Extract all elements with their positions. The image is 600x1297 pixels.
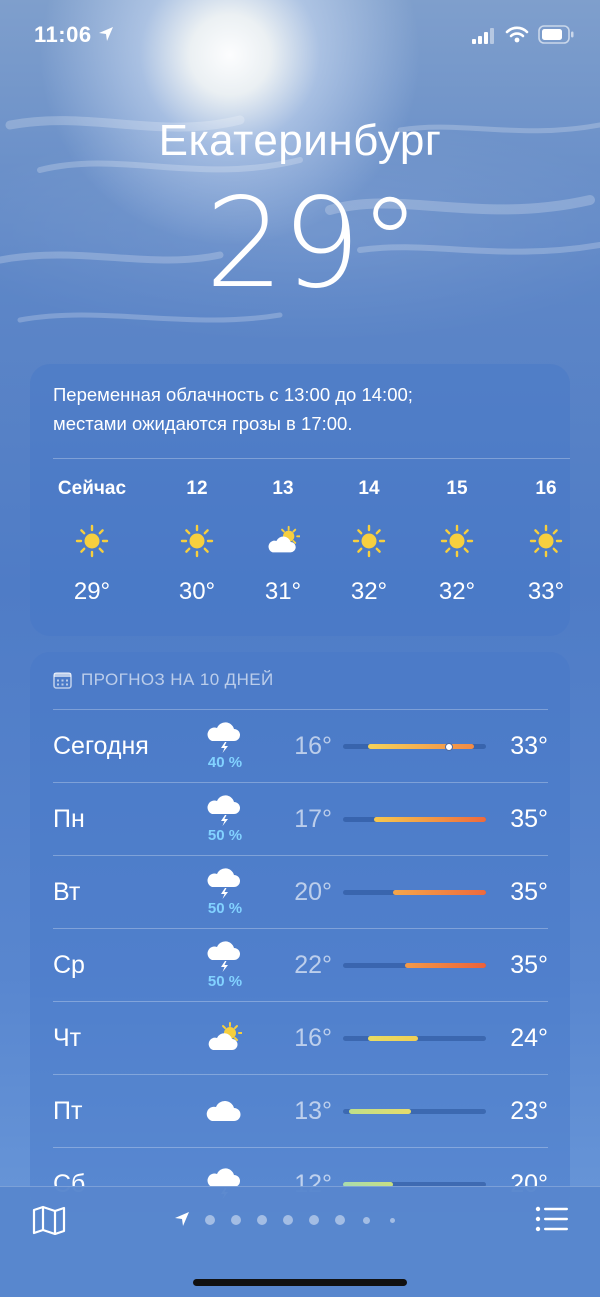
page-dot[interactable] <box>335 1215 345 1225</box>
day-name: Чт <box>53 1024 82 1052</box>
day-name: Пт <box>53 1097 83 1125</box>
hourly-item: 12 30° <box>147 478 247 618</box>
page-dot[interactable] <box>283 1215 293 1225</box>
sun-icon <box>529 524 563 558</box>
temperature-range-bar <box>343 742 486 751</box>
battery-icon <box>538 25 574 44</box>
weather-summary: Переменная облачность с 13:00 до 14:00; … <box>53 384 413 434</box>
list-icon[interactable] <box>535 1206 569 1232</box>
current-temperature: 29° <box>205 172 421 316</box>
temperature-range-bar <box>343 1036 486 1041</box>
day-max-temp: 33° <box>510 732 548 760</box>
hour-temperature: 31° <box>264 578 302 605</box>
precipitation-chance: 50 % <box>207 973 243 990</box>
day-max-temp: 23° <box>510 1097 548 1125</box>
day-row[interactable]: Сегодня 40 % 16° 33° <box>30 710 570 783</box>
divider <box>53 458 570 459</box>
city-name: Екатеринбург <box>158 116 442 165</box>
hour-temperature: 30° <box>178 578 216 605</box>
temperature-range-bar <box>343 817 486 822</box>
page-dot[interactable] <box>389 1217 395 1223</box>
hour-temperature: 29° <box>73 578 111 605</box>
day-min-temp: 16° <box>294 732 332 760</box>
hour-label: Сейчас <box>57 478 127 499</box>
hourly-forecast-card[interactable]: Переменная облачность с 13:00 до 14:00; … <box>30 364 570 636</box>
day-row[interactable]: Пн 50 % 17° 35° <box>30 783 570 856</box>
ten-day-forecast-card[interactable]: ПРОГНОЗ НА 10 ДНЕЙ Сегодня 40 % 16° 33° Пн 50… <box>30 652 570 1212</box>
status-time: 11:06 <box>34 22 92 47</box>
sun-icon <box>180 524 214 558</box>
day-max-temp: 35° <box>510 878 548 906</box>
day-row[interactable]: Пт 13° 23° <box>30 1075 570 1148</box>
cellular-signal-icon <box>472 28 494 44</box>
partly-cloudy-icon <box>266 524 301 558</box>
page-dot[interactable] <box>231 1215 241 1225</box>
day-row[interactable]: Вт 50 % 20° 35° <box>30 856 570 929</box>
page-dot[interactable] <box>309 1215 319 1225</box>
temperature-range-fill <box>374 817 486 822</box>
temperature-range-fill <box>349 1109 412 1114</box>
day-min-temp: 13° <box>294 1097 332 1125</box>
temperature-range-bar <box>343 890 486 895</box>
sun-icon <box>440 524 474 558</box>
hour-label: 12 <box>186 478 208 499</box>
day-name: Сегодня <box>53 732 149 760</box>
precipitation-chance: 50 % <box>207 900 243 917</box>
hourly-item: 13 31° <box>233 478 333 618</box>
precipitation-chance: 40 % <box>207 754 243 771</box>
day-name: Пн <box>53 805 85 833</box>
hour-label: 15 <box>446 478 468 499</box>
day-min-temp: 17° <box>294 805 332 833</box>
hour-label: 13 <box>272 478 294 499</box>
page-dot[interactable] <box>257 1215 267 1225</box>
hourly-item: 14 32° <box>319 478 419 618</box>
day-max-temp: 35° <box>510 805 548 833</box>
hourly-item: 15 32° <box>407 478 507 618</box>
temperature-range-bar <box>343 1109 486 1114</box>
hour-temperature: 33° <box>527 578 565 605</box>
hourly-item: Сейчас 29° <box>42 478 142 618</box>
temperature-range-fill <box>405 963 486 968</box>
cloud-icon <box>206 1093 242 1127</box>
calendar-icon <box>53 672 72 689</box>
day-max-temp: 35° <box>510 951 548 979</box>
location-arrow-icon <box>99 27 113 41</box>
day-row[interactable]: Чт 16° 24° <box>30 1002 570 1075</box>
hourly-item: 16 33° <box>496 478 570 618</box>
thunderstorm-icon <box>206 720 242 754</box>
status-bar: 11:06 <box>0 0 600 70</box>
current-temp-marker <box>444 742 453 751</box>
location-arrow-icon <box>175 1212 189 1226</box>
day-name: Ср <box>53 951 85 979</box>
hour-temperature: 32° <box>350 578 388 605</box>
hour-label: 14 <box>358 478 380 499</box>
page-dot[interactable] <box>362 1216 370 1224</box>
home-indicator <box>193 1279 407 1286</box>
thunderstorm-icon <box>206 793 242 827</box>
bottom-toolbar <box>0 1186 600 1297</box>
day-max-temp: 24° <box>510 1024 548 1052</box>
temperature-range-fill <box>367 744 474 749</box>
page-indicator[interactable] <box>170 1209 430 1229</box>
partly-cloudy-icon <box>206 1020 243 1054</box>
page-dot[interactable] <box>205 1215 215 1225</box>
sun-icon <box>75 524 109 558</box>
day-row[interactable]: Ср 50 % 22° 35° <box>30 929 570 1002</box>
hour-label: 16 <box>535 478 557 499</box>
day-min-temp: 22° <box>294 951 332 979</box>
temperature-range-fill <box>392 890 486 895</box>
hour-temperature: 32° <box>438 578 476 605</box>
map-icon[interactable] <box>32 1205 66 1235</box>
thunderstorm-icon <box>206 939 242 973</box>
thunderstorm-icon <box>206 866 242 900</box>
day-min-temp: 20° <box>294 878 332 906</box>
wifi-icon <box>505 26 529 43</box>
day-min-temp: 16° <box>294 1024 332 1052</box>
temperature-range-fill <box>367 1036 418 1041</box>
precipitation-chance: 50 % <box>207 827 243 844</box>
temperature-range-bar <box>343 963 486 968</box>
sun-icon <box>352 524 386 558</box>
day-name: Вт <box>53 878 81 906</box>
